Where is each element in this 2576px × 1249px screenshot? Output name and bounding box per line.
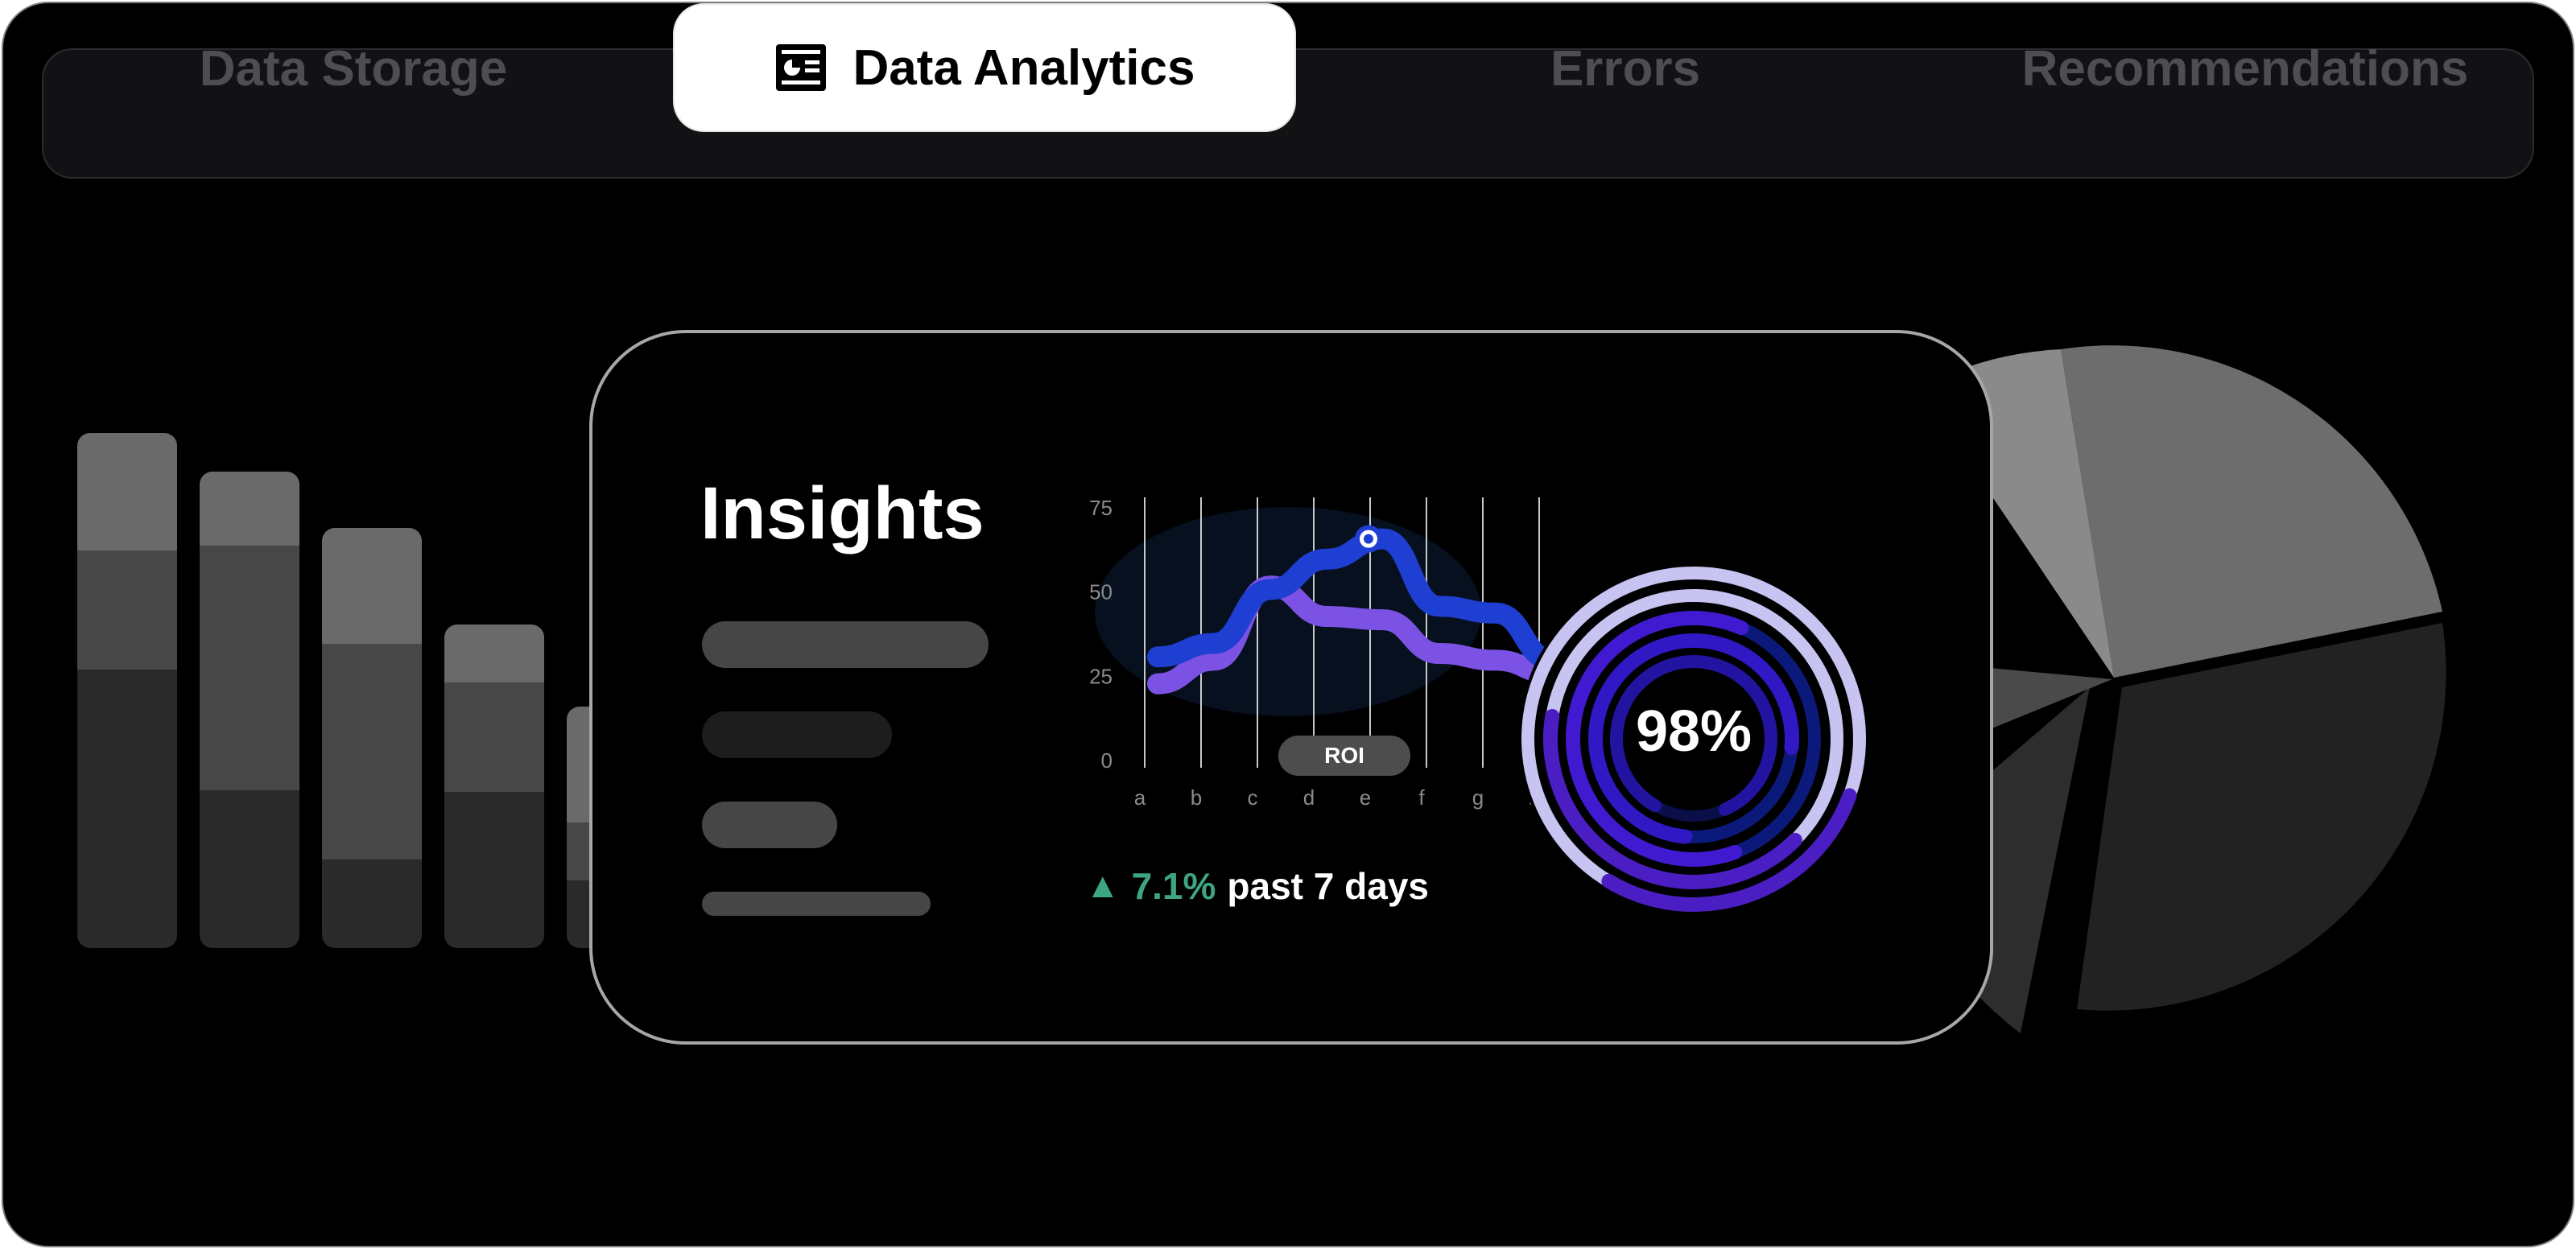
roi-line-chart: abcdefgh7550250 [1089,496,1869,914]
x-tick-label: c [1248,785,1258,810]
highlight-point-center [1364,534,1373,544]
x-tick-label: d [1303,785,1315,810]
ring-percentage: 98% [1635,699,1752,764]
y-tick-label: 75 [1089,496,1113,520]
x-tick-label: e [1360,785,1371,810]
x-tick-label: g [1472,785,1484,810]
y-tick-label: 25 [1089,664,1113,688]
y-tick-label: 0 [1101,748,1113,773]
growth-stat: ▲ 7.1% past 7 days [1085,864,1429,908]
roi-label: ROI [1324,743,1364,768]
up-arrow-icon: ▲ [1085,866,1121,905]
x-tick-label: a [1134,785,1146,810]
growth-percent: 7.1% [1131,865,1216,907]
growth-period: past 7 days [1227,865,1429,907]
x-tick-label: b [1191,785,1202,810]
x-tick-label: f [1418,785,1425,810]
y-tick-label: 50 [1089,580,1113,604]
roi-badge: ROI [1278,736,1410,776]
